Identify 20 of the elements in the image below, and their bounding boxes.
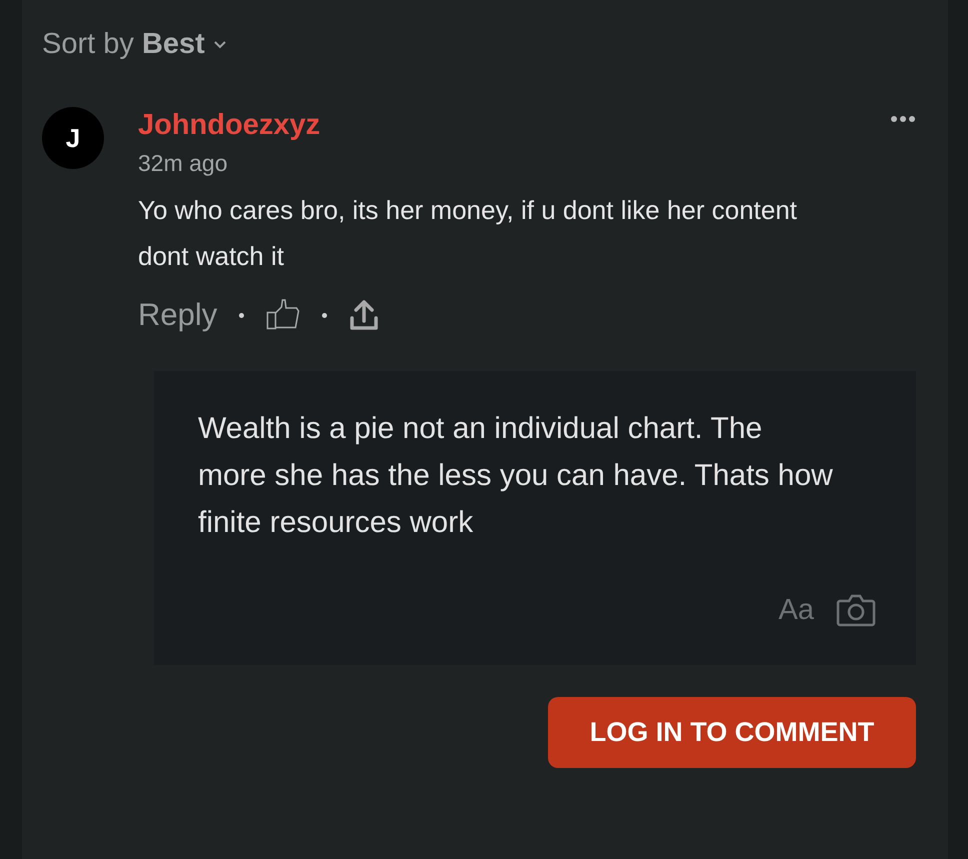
chevron-down-icon	[212, 40, 227, 50]
username-link[interactable]: Johndoezxyz	[138, 109, 320, 142]
separator-dot	[322, 312, 328, 318]
share-upload-icon	[349, 299, 380, 331]
more-options-icon[interactable]	[890, 115, 916, 123]
camera-icon	[836, 593, 876, 627]
like-button[interactable]	[266, 299, 300, 331]
thumbs-up-icon	[266, 299, 300, 331]
user-avatar[interactable]: J	[42, 107, 104, 169]
comment-timestamp: 32m ago	[138, 150, 228, 177]
login-to-comment-button[interactable]: LOG IN TO COMMENT	[548, 697, 916, 768]
comment-input[interactable]: Wealth is a pie not an individual chart. The more she has the less you can have. Thats how finite resources work Aa	[154, 371, 916, 665]
comment-text: Yo who cares bro, its her money, if u dont like her content dont watch it	[138, 194, 798, 273]
share-button[interactable]	[349, 299, 380, 331]
sort-dropdown[interactable]: Sort by Best	[42, 28, 227, 61]
comment-field[interactable]: Wealth is a pie not an individual chart. The more she has the less you can have. Thats how finite resources work	[198, 405, 838, 546]
reply-button[interactable]: Reply	[138, 297, 218, 333]
separator-dot	[239, 312, 244, 318]
camera-button[interactable]	[836, 593, 876, 627]
text-format-button[interactable]: Aa	[778, 594, 814, 626]
